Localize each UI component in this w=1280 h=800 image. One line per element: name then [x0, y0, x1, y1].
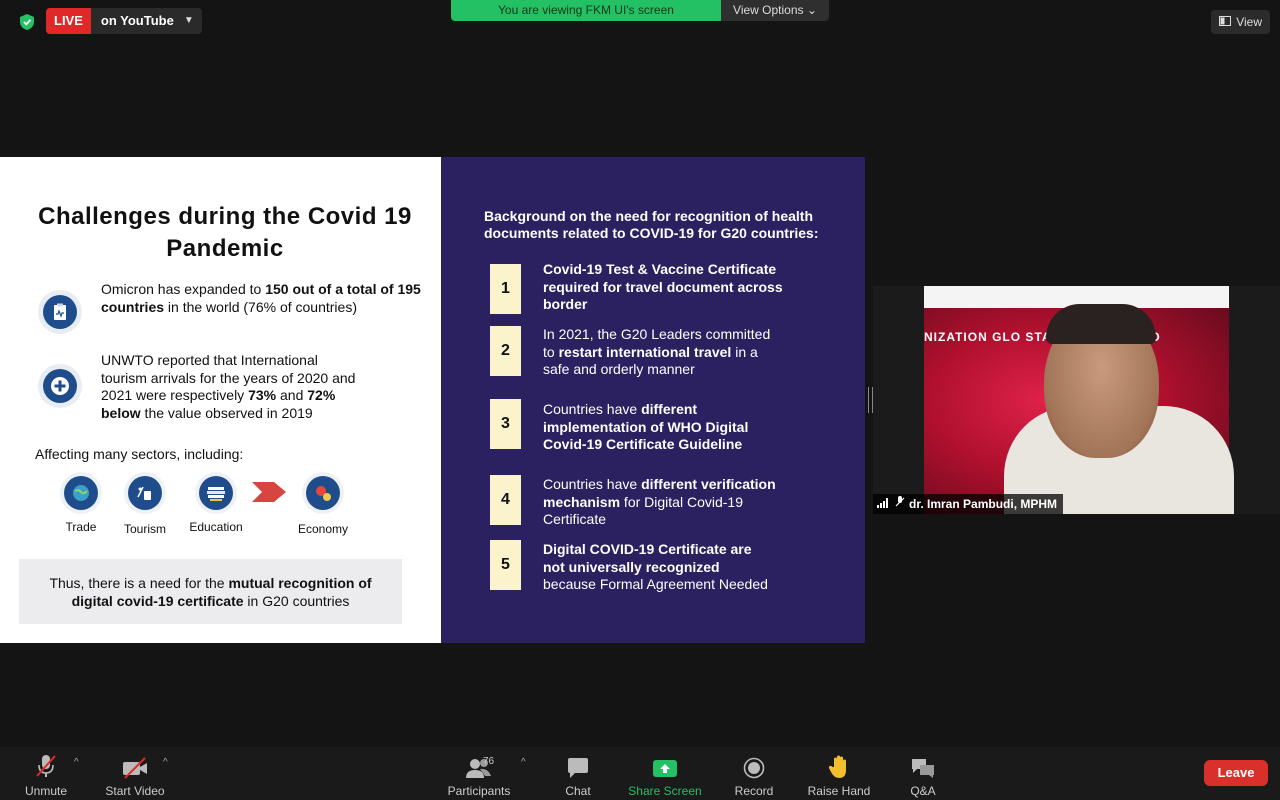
item-number-4: 4: [490, 475, 521, 525]
conclusion-text2: in G20 countries: [243, 592, 350, 609]
record-icon: [743, 753, 765, 779]
chat-label: Chat: [565, 784, 591, 798]
bullet-unwto-bold1: 73%: [248, 387, 277, 403]
item-number-3: 3: [490, 399, 521, 449]
sector-education: Education: [181, 472, 251, 534]
unmute-button[interactable]: Unmute: [20, 747, 72, 800]
muted-microphone-icon: [34, 753, 58, 779]
item-4-t1: Countries have: [543, 476, 642, 492]
bullet-omicron-text2: in the world (76% of countries): [164, 298, 357, 315]
conclusion-text1: Thus, there is a need for the: [49, 574, 229, 591]
sector-trade: Trade: [46, 472, 116, 534]
sector-tourism: Tourism: [110, 472, 180, 536]
item-3-t1: Countries have: [543, 401, 642, 417]
item-number-5: 5: [490, 540, 521, 590]
start-video-label: Start Video: [105, 784, 165, 798]
share-screen-button[interactable]: Share Screen: [625, 747, 705, 800]
live-target-label: on YouTube: [100, 13, 174, 28]
medical-cross-icon: [38, 364, 82, 408]
sector-economy: Economy: [288, 472, 358, 536]
sector-education-label: Education: [189, 520, 243, 534]
trade-globe-icon: [64, 476, 98, 510]
item-text-1: Covid-19 Test & Vaccine Certificate requ…: [543, 261, 783, 314]
clipboard-chart-icon: [38, 290, 82, 334]
bullet-unwto-text3: the value observed in 2019: [140, 404, 313, 421]
caret-down-icon: ▼: [183, 15, 194, 26]
qa-button[interactable]: Q&A: [903, 747, 943, 800]
education-books-icon: [199, 476, 233, 510]
participants-options-caret[interactable]: ^: [521, 757, 526, 768]
participants-button[interactable]: 76 Participants: [444, 747, 514, 800]
speaker-hair: [1046, 304, 1156, 344]
chat-bubble-icon: [566, 753, 590, 779]
live-stream-indicator[interactable]: LIVE on YouTube ▼: [46, 8, 202, 34]
view-options-button[interactable]: View Options ⌄: [721, 0, 829, 21]
qa-label: Q&A: [910, 784, 936, 798]
meeting-toolbar: Unmute ^ Start Video ^ 76 Participants ^…: [0, 747, 1280, 800]
item-5-bold: Digital COVID-19 Certificate are not uni…: [543, 541, 752, 575]
bullet-omicron: Omicron has expanded to 150 out of a tot…: [101, 281, 421, 316]
bullet-unwto: UNWTO reported that International touris…: [101, 352, 361, 422]
view-button[interactable]: View: [1211, 10, 1270, 34]
live-badge: LIVE: [46, 8, 91, 34]
view-grid-icon: [1219, 10, 1232, 34]
raise-hand-icon: [828, 753, 850, 779]
participants-count: 76: [483, 756, 495, 767]
item-number-2: 2: [490, 326, 521, 376]
economy-virus-coin-icon: [306, 476, 340, 510]
sectors-label: Affecting many sectors, including:: [35, 446, 244, 462]
participant-video-tile[interactable]: NIZATION GLO STANDARDS PROTO dr. Imran P…: [873, 286, 1280, 514]
item-2-bold: restart international travel: [558, 343, 732, 360]
item-number-1: 1: [490, 264, 521, 314]
record-label: Record: [734, 784, 774, 798]
item-1-bold: Covid-19 Test & Vaccine Certificate requ…: [543, 261, 783, 312]
chat-button[interactable]: Chat: [557, 747, 599, 800]
background-heading: Background on the need for recognition o…: [484, 208, 819, 241]
sector-trade-label: Trade: [65, 520, 97, 534]
sector-economy-label: Economy: [297, 522, 349, 536]
bullet-omicron-text1: Omicron has expanded to: [101, 281, 266, 297]
leave-button[interactable]: Leave: [1204, 760, 1268, 786]
tourism-luggage-icon: [128, 476, 162, 510]
viewing-screen-banner: You are viewing FKM UI's screen: [451, 0, 721, 21]
unmute-label: Unmute: [24, 784, 68, 798]
signal-strength-icon: [877, 494, 891, 514]
participant-name-tag: dr. Imran Pambudi, MPHM: [873, 494, 1064, 514]
slide-left-panel: Challenges during the Covid 19 Pandemic …: [0, 157, 441, 643]
record-button[interactable]: Record: [730, 747, 778, 800]
right-arrow-icon: [252, 479, 288, 510]
share-screen-icon: [652, 753, 678, 779]
item-5-t2: because Formal Agreement Needed: [543, 576, 768, 592]
chevron-down-icon: ⌄: [806, 3, 817, 17]
item-text-2: In 2021, the G20 Leaders committed to re…: [543, 326, 783, 379]
item-text-3: Countries have different implementation …: [543, 401, 783, 454]
qa-bubbles-icon: [910, 753, 936, 779]
conclusion-box: Thus, there is a need for the mutual rec…: [19, 559, 402, 624]
sector-tourism-label: Tourism: [123, 522, 166, 536]
participants-icon: 76: [449, 753, 509, 779]
security-shield-icon[interactable]: [14, 10, 40, 34]
video-options-caret[interactable]: ^: [163, 757, 168, 768]
raise-hand-label: Raise Hand: [807, 784, 871, 798]
view-label: View: [1236, 15, 1262, 29]
participant-name: dr. Imran Pambudi, MPHM: [909, 497, 1058, 511]
item-text-4: Countries have different verification me…: [543, 476, 783, 529]
slide-title: Challenges during the Covid 19 Pandemic: [38, 203, 412, 262]
audio-options-caret[interactable]: ^: [74, 757, 79, 768]
bullet-unwto-text2: and: [276, 387, 308, 403]
start-video-button[interactable]: Start Video: [101, 747, 169, 800]
share-screen-label: Share Screen: [628, 784, 702, 798]
view-options-label: View Options: [733, 3, 804, 17]
video-feed: NIZATION GLO STANDARDS PROTO: [924, 286, 1234, 514]
slide-right-panel: Background on the need for recognition o…: [441, 157, 865, 643]
video-off-icon: [121, 753, 149, 779]
muted-mic-icon: [895, 494, 905, 514]
raise-hand-button[interactable]: Raise Hand: [805, 747, 873, 800]
item-text-5: Digital COVID-19 Certificate are not uni…: [543, 541, 768, 594]
participants-label: Participants: [447, 784, 511, 798]
